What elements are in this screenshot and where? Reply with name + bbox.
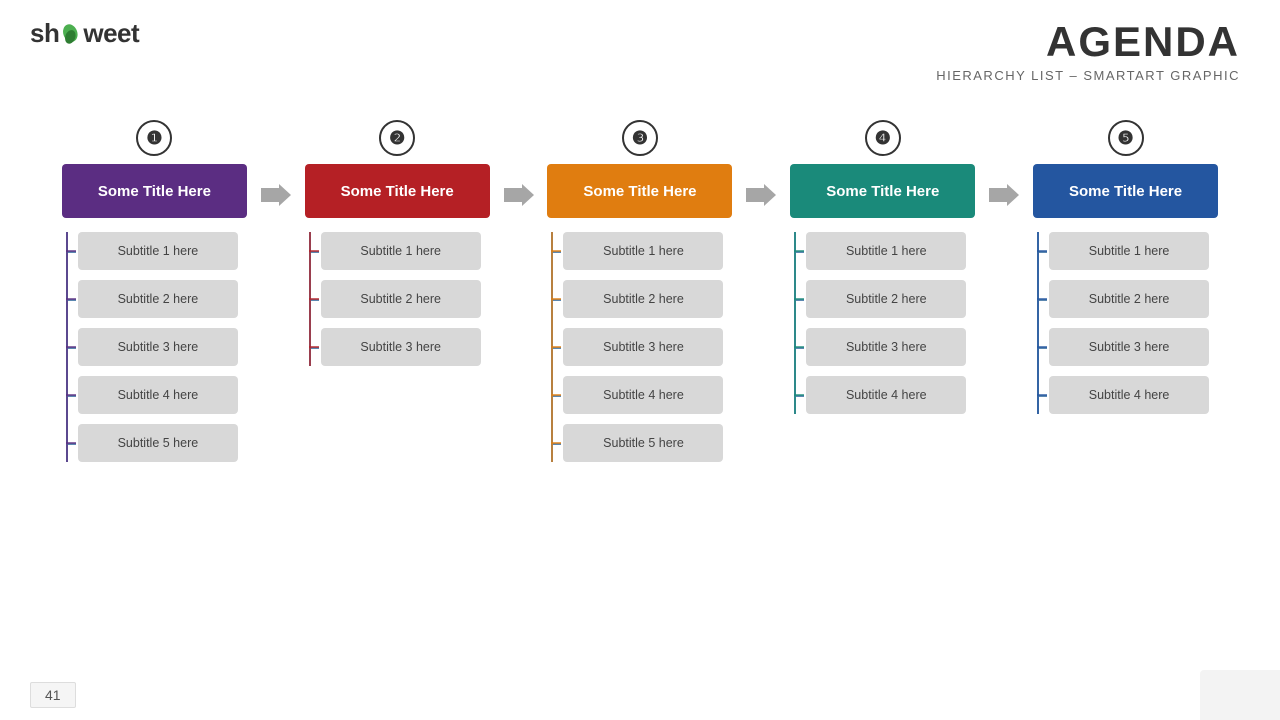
subtitle-box-1-2: Subtitle 2 here [78,280,238,318]
arrow-2 [502,180,536,210]
subtitle-item-5-2: Subtitle 2 here [1049,280,1218,318]
arrow-4 [987,180,1021,210]
vertical-line [794,232,796,414]
vertical-line [66,232,68,462]
subtitle-box-5-3: Subtitle 3 here [1049,328,1209,366]
watermark [1200,670,1280,720]
subtitle-item-3-3: Subtitle 3 here [563,328,732,366]
subtitle-item-3-4: Subtitle 4 here [563,376,732,414]
subtitle-box-3-5: Subtitle 5 here [563,424,723,462]
subtitle-box-3-4: Subtitle 4 here [563,376,723,414]
diagram: ❶Some Title HereSubtitle 1 hereSubtitle … [50,120,1230,462]
arrow-1 [259,180,293,210]
subtitles-3: Subtitle 1 here Subtitle 2 here Subtitle 3… [547,232,732,462]
subtitle-box-3-2: Subtitle 2 here [563,280,723,318]
title-box-2: Some Title Here [305,164,490,218]
subtitle-item-2-1: Subtitle 1 here [321,232,490,270]
subtitle-box-5-2: Subtitle 2 here [1049,280,1209,318]
subtitle-box-1-1: Subtitle 1 here [78,232,238,270]
logo-leaf-icon [60,24,82,46]
subtitles-5: Subtitle 1 here Subtitle 2 here Subtitle 3… [1033,232,1218,414]
subtitle-box-2-3: Subtitle 3 here [321,328,481,366]
subtitle-box-2-1: Subtitle 1 here [321,232,481,270]
subtitle-box-5-1: Subtitle 1 here [1049,232,1209,270]
title-box-1: Some Title Here [62,164,247,218]
subtitle-item-3-5: Subtitle 5 here [563,424,732,462]
arrow-icon [504,180,534,210]
subtitle-box-5-4: Subtitle 4 here [1049,376,1209,414]
subtitle-item-1-4: Subtitle 4 here [78,376,247,414]
subtitle-item-4-4: Subtitle 4 here [806,376,975,414]
subtitle-box-1-5: Subtitle 5 here [78,424,238,462]
subtitle-item-4-3: Subtitle 3 here [806,328,975,366]
title-block: Agenda Hierarchy List – SmartArt Graphic [936,18,1240,83]
subtitle-item-1-5: Subtitle 5 here [78,424,247,462]
number-badge-5: ❺ [1108,120,1144,156]
header: shweet Agenda Hierarchy List – SmartArt … [0,0,1280,83]
subtitle-box-4-3: Subtitle 3 here [806,328,966,366]
arrow-3 [744,180,778,210]
logo-text: shweet [30,18,139,49]
subtitles-4: Subtitle 1 here Subtitle 2 here Subtitle 3… [790,232,975,414]
title-box-4: Some Title Here [790,164,975,218]
number-badge-1: ❶ [136,120,172,156]
column-4: ❹Some Title HereSubtitle 1 hereSubtitle … [778,120,987,414]
subtitle-item-3-2: Subtitle 2 here [563,280,732,318]
subtitle-item-4-1: Subtitle 1 here [806,232,975,270]
subtitle-item-1-3: Subtitle 3 here [78,328,247,366]
subtitle-box-4-1: Subtitle 1 here [806,232,966,270]
vertical-line [1037,232,1039,414]
vertical-line [309,232,311,366]
subtitle-item-1-1: Subtitle 1 here [78,232,247,270]
subtitle-item-5-1: Subtitle 1 here [1049,232,1218,270]
page-number: 41 [30,682,76,708]
column-2: ❷Some Title HereSubtitle 1 hereSubtitle … [293,120,502,366]
arrow-icon [746,180,776,210]
subtitle-item-5-4: Subtitle 4 here [1049,376,1218,414]
subtitle-box-4-4: Subtitle 4 here [806,376,966,414]
subtitles-2: Subtitle 1 here Subtitle 2 here Subtitle 3… [305,232,490,366]
subtitle-box-3-3: Subtitle 3 here [563,328,723,366]
title-box-5: Some Title Here [1033,164,1218,218]
subtitle-item-1-2: Subtitle 2 here [78,280,247,318]
subtitle-box-1-4: Subtitle 4 here [78,376,238,414]
vertical-line [551,232,553,462]
subtitle-box-1-3: Subtitle 3 here [78,328,238,366]
subtitle-box-3-1: Subtitle 1 here [563,232,723,270]
main-title: Agenda [936,18,1240,66]
number-badge-3: ❸ [622,120,658,156]
title-box-3: Some Title Here [547,164,732,218]
number-badge-4: ❹ [865,120,901,156]
subtitle-box-2-2: Subtitle 2 here [321,280,481,318]
subtitle-item-2-2: Subtitle 2 here [321,280,490,318]
subtitle-box-4-2: Subtitle 2 here [806,280,966,318]
number-badge-2: ❷ [379,120,415,156]
column-3: ❸Some Title HereSubtitle 1 hereSubtitle … [536,120,745,462]
logo: shweet [30,18,139,49]
subtitle-item-3-1: Subtitle 1 here [563,232,732,270]
subtitles-1: Subtitle 1 here Subtitle 2 here Subtitle 3… [62,232,247,462]
sub-title: Hierarchy List – SmartArt Graphic [936,68,1240,83]
column-5: ❺Some Title HereSubtitle 1 hereSubtitle … [1021,120,1230,414]
subtitle-item-4-2: Subtitle 2 here [806,280,975,318]
subtitle-item-2-3: Subtitle 3 here [321,328,490,366]
subtitle-item-5-3: Subtitle 3 here [1049,328,1218,366]
arrow-icon [261,180,291,210]
column-1: ❶Some Title HereSubtitle 1 hereSubtitle … [50,120,259,462]
arrow-icon [989,180,1019,210]
